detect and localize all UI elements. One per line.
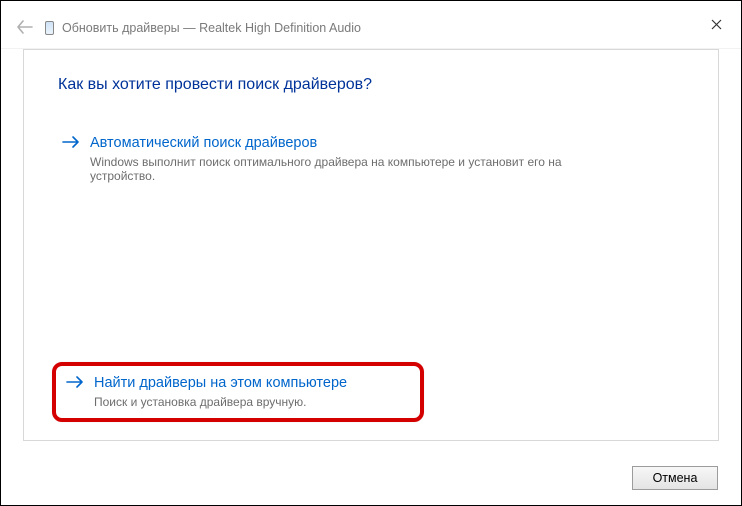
arrow-right-icon: [62, 134, 80, 153]
arrow-right-icon: [66, 374, 84, 393]
close-button[interactable]: [693, 9, 739, 41]
option-browse-local[interactable]: Найти драйверы на этом компьютере Поиск …: [66, 372, 410, 411]
device-icon: [45, 21, 54, 35]
option-auto-desc: Windows выполнит поиск оптимального драй…: [90, 155, 630, 183]
footer: Отмена: [632, 466, 718, 490]
option-auto-title: Автоматический поиск драйверов: [90, 134, 630, 153]
page-heading: Как вы хотите провести поиск драйверов?: [58, 76, 684, 94]
content-panel: Как вы хотите провести поиск драйверов? …: [23, 49, 719, 441]
back-arrow-icon[interactable]: [15, 18, 35, 39]
cancel-button[interactable]: Отмена: [632, 466, 718, 490]
header-row: Обновить драйверы — Realtek High Definit…: [1, 13, 741, 43]
option-browse-desc: Поиск и установка драйвера вручную.: [94, 395, 347, 409]
close-icon: [711, 19, 722, 30]
window-title: Обновить драйверы — Realtek High Definit…: [62, 21, 361, 35]
option-auto-search[interactable]: Автоматический поиск драйверов Windows в…: [58, 128, 684, 189]
option-browse-title: Найти драйверы на этом компьютере: [94, 374, 347, 393]
highlight-annotation: Найти драйверы на этом компьютере Поиск …: [52, 362, 424, 422]
